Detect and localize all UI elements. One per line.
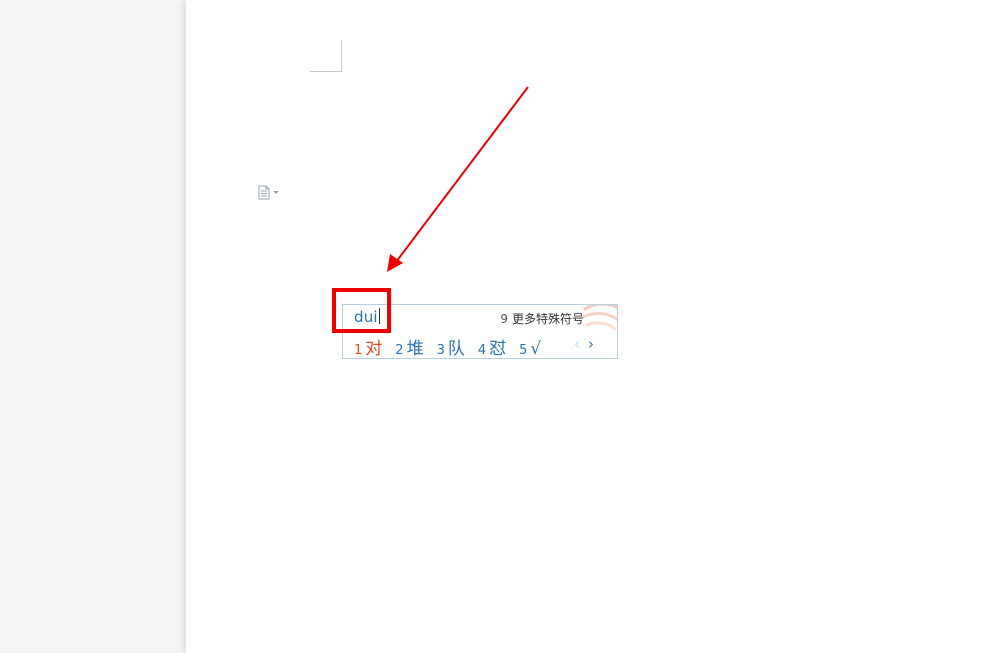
document-icon: [258, 185, 270, 200]
candidate-list: 1 对 2 堆 3 队 4 怼 5 √: [354, 334, 554, 359]
more-special-symbols-button[interactable]: 9 更多特殊符号: [500, 310, 584, 327]
candidate-index: 2: [395, 343, 404, 358]
highlight-box: [332, 288, 391, 333]
candidate-index: 4: [477, 343, 487, 358]
candidate-text: 对: [365, 339, 383, 359]
paragraph-options-button[interactable]: [258, 184, 286, 200]
chevron-right-icon[interactable]: ›: [588, 335, 594, 353]
candidate-pager: ‹ ›: [574, 335, 594, 353]
more-symbols-index: 9: [500, 312, 508, 326]
candidate-5[interactable]: 5 √: [519, 339, 542, 359]
chevron-left-icon[interactable]: ‹: [574, 335, 580, 353]
candidate-text: 怼: [489, 339, 507, 359]
caret-down-icon: [273, 191, 279, 194]
candidate-text: 队: [447, 339, 465, 359]
candidate-1[interactable]: 1 对: [354, 334, 383, 359]
candidate-4[interactable]: 4 怼: [477, 334, 507, 359]
candidate-index: 5: [519, 343, 528, 358]
candidate-text: √: [530, 339, 542, 359]
candidate-3[interactable]: 3 队: [436, 334, 465, 359]
candidate-text: 堆: [406, 339, 424, 359]
candidate-index: 1: [354, 343, 363, 358]
page-margin-corner-marker: [310, 40, 342, 72]
more-symbols-label: 更多特殊符号: [511, 312, 584, 326]
candidate-2[interactable]: 2 堆: [395, 334, 424, 359]
left-gutter: [0, 0, 186, 653]
candidate-index: 3: [436, 343, 445, 358]
